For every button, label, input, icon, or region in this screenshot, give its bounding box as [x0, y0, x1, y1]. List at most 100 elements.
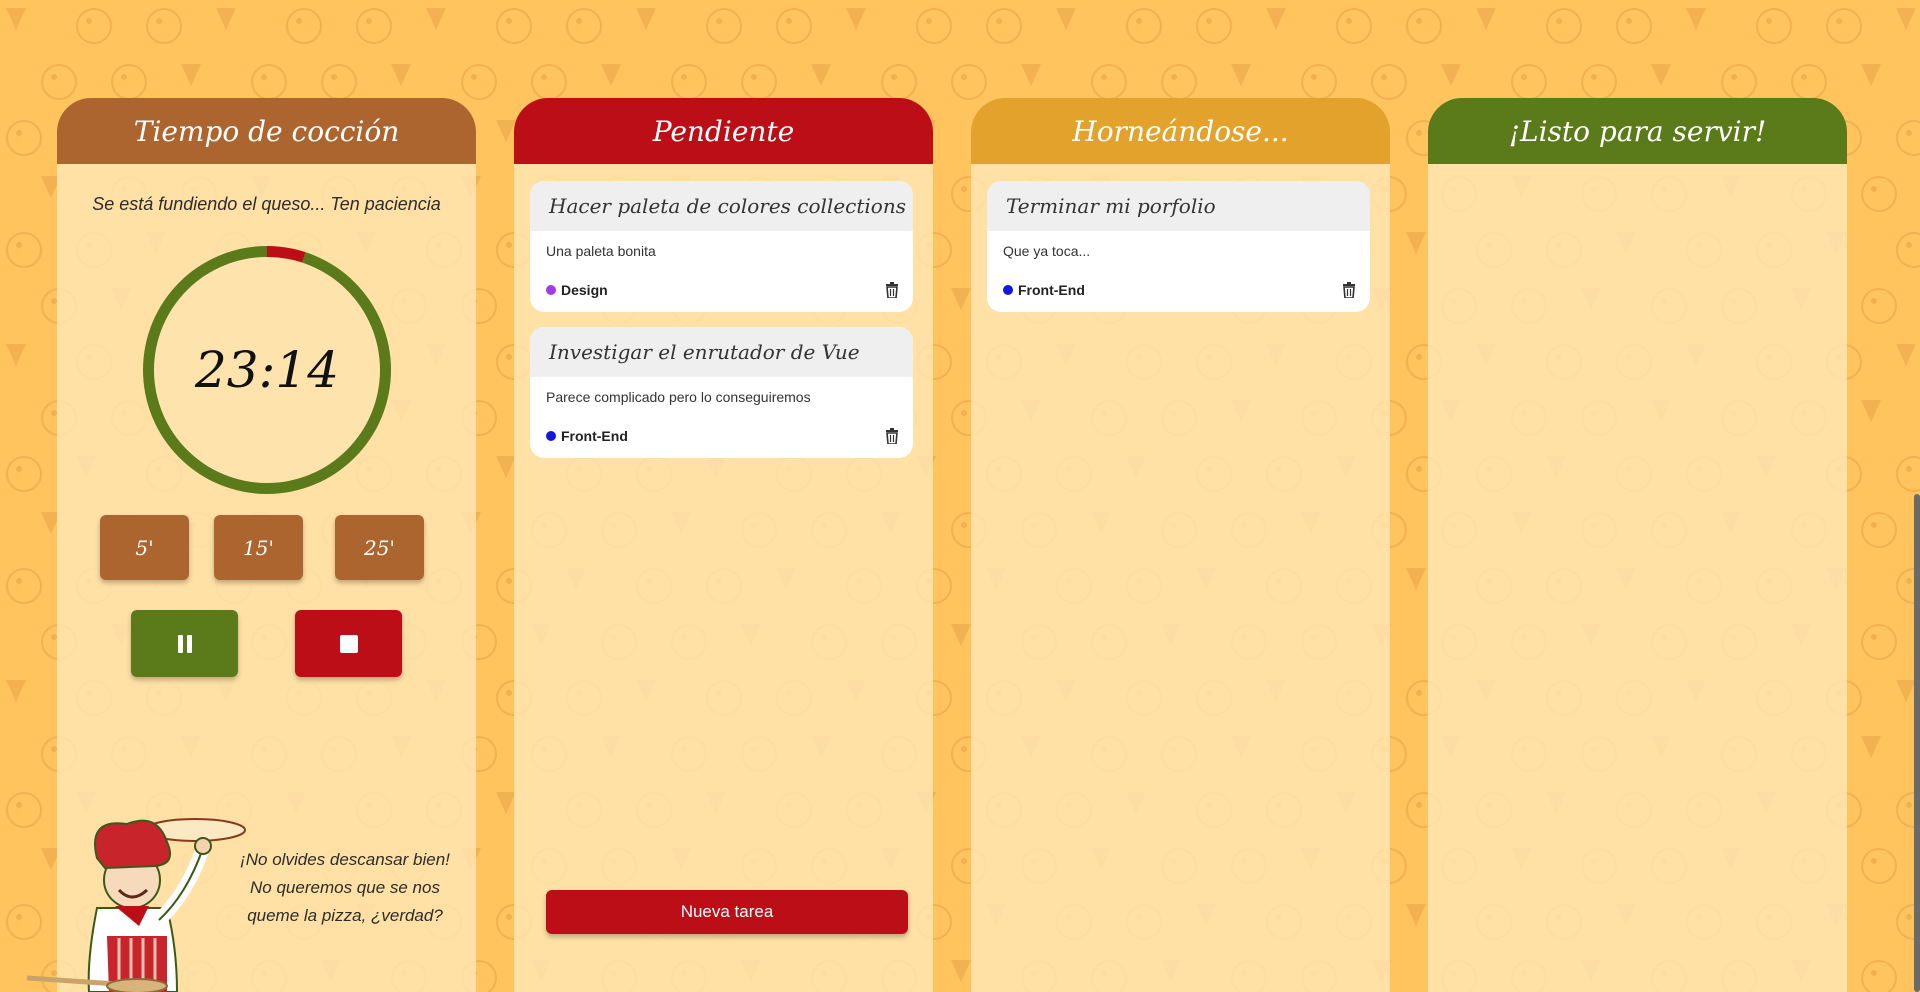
pizza-pattern-icon [1896, 456, 1920, 492]
pending-column: Pendiente Hacer paleta de colores collec… [514, 98, 933, 992]
pizza-pattern-icon [6, 8, 26, 30]
pizza-pattern-icon [6, 568, 42, 604]
task-card[interactable]: Investigar el enrutador de Vue Parece co… [530, 327, 913, 458]
pizza-pattern-icon [1896, 680, 1916, 702]
ready-column-title: ¡Listo para servir! [1508, 114, 1767, 148]
pizza-pattern-icon [181, 64, 201, 86]
chef-illustration [27, 818, 246, 992]
task-description: Una paleta bonita [546, 243, 656, 259]
tag-color-dot [1003, 285, 1013, 295]
pizza-pattern-icon [1651, 64, 1671, 86]
task-card[interactable]: Terminar mi porfolio Que ya toca... Fron… [987, 181, 1370, 312]
ready-column: ¡Listo para servir! [1428, 98, 1847, 992]
pizza-pattern-icon [1476, 8, 1496, 30]
pizza-pattern-icon [951, 960, 971, 982]
pizza-pattern-icon [1861, 512, 1897, 548]
task-tag-label: Front-End [1018, 282, 1085, 298]
task-card[interactable]: Hacer paleta de colores collections Una … [530, 181, 913, 312]
pizza-pattern-icon [846, 8, 866, 30]
pizza-pattern-icon [1896, 344, 1916, 366]
pizza-pattern-icon [1056, 8, 1076, 30]
pizza-pattern-icon [1791, 64, 1827, 100]
pending-column-title: Pendiente [652, 114, 795, 148]
pizza-pattern-icon [1756, 8, 1792, 44]
pizza-pattern-icon [426, 8, 446, 30]
pizza-pattern-icon [1826, 8, 1862, 44]
timer-readout: 23:14 [194, 341, 340, 399]
pending-column-header: Pendiente [514, 98, 933, 164]
pizza-pattern-icon [1406, 904, 1426, 926]
chef-message-line: No queremos que se nos [250, 878, 440, 897]
trash-icon[interactable] [885, 282, 899, 298]
pizza-pattern-icon [1091, 64, 1127, 100]
pizza-pattern-icon [776, 8, 812, 44]
tag-color-dot [546, 431, 556, 441]
pizza-pattern-icon [41, 64, 77, 100]
pizza-pattern-icon [1686, 8, 1706, 30]
task-tag: Design [546, 282, 608, 298]
pizza-pattern-icon [1861, 624, 1897, 660]
pizza-pattern-icon [321, 64, 357, 100]
pizza-pattern-icon [671, 64, 707, 100]
pizza-pattern-icon [1196, 8, 1232, 44]
ready-column-header: ¡Listo para servir! [1428, 98, 1847, 164]
baking-column-title: Horneándose... [1072, 114, 1289, 148]
pizza-pattern-icon [706, 8, 742, 44]
pizza-pattern-icon [1896, 8, 1916, 30]
pizza-pattern-icon [951, 64, 987, 100]
task-tag-label: Design [561, 282, 608, 298]
stop-icon [339, 634, 358, 653]
pizza-pattern-icon [1266, 8, 1286, 30]
page-scrollbar[interactable] [1914, 494, 1920, 992]
timer-column-header: Tiempo de cocción [57, 98, 476, 164]
pizza-pattern-icon [1406, 8, 1442, 44]
pizza-pattern-icon [6, 456, 42, 492]
baking-column-header: Horneándose... [971, 98, 1390, 164]
pizza-pattern-icon [741, 64, 777, 100]
pizza-pattern-icon [1301, 64, 1337, 100]
pizza-pattern-icon [6, 680, 26, 702]
pizza-pattern-icon [1406, 568, 1426, 590]
pizza-pattern-icon [531, 64, 567, 100]
pizza-pattern-icon [1721, 64, 1757, 100]
pizza-pattern-icon [1161, 64, 1197, 100]
pizza-pattern-icon [986, 8, 1022, 44]
task-description: Que ya toca... [1003, 243, 1091, 259]
pizza-pattern-icon [216, 8, 236, 30]
chef-message-line: ¡No olvides descansar bien! [240, 850, 450, 869]
pizza-pattern-icon [1021, 64, 1041, 86]
chef-message-line: queme la pizza, ¿verdad? [247, 906, 443, 925]
new-task-button[interactable]: Nueva tarea [546, 890, 908, 934]
trash-icon[interactable] [1342, 282, 1356, 298]
pizza-pattern-icon [1231, 64, 1251, 86]
pizza-pattern-icon [1861, 288, 1897, 324]
pizza-pattern-icon [1616, 8, 1652, 44]
pizza-pattern-icon [111, 64, 147, 100]
pause-button[interactable] [131, 610, 238, 677]
preset-15-button[interactable]: 15' [214, 515, 303, 580]
pizza-pattern-icon [566, 8, 602, 44]
pizza-pattern-icon [1861, 64, 1881, 86]
pizza-pattern-icon [356, 8, 392, 44]
task-tag: Front-End [546, 428, 628, 444]
stop-button[interactable] [295, 610, 402, 677]
pizza-pattern-icon [1896, 232, 1920, 268]
pizza-pattern-icon [391, 64, 411, 86]
pizza-pattern-icon [6, 344, 26, 366]
pizza-pattern-icon [6, 232, 42, 268]
trash-icon[interactable] [885, 428, 899, 444]
preset-25-button[interactable]: 25' [335, 515, 424, 580]
timer-status-message: Se está fundiendo el queso... Ten pacien… [92, 194, 441, 214]
pizza-pattern-icon [1861, 176, 1897, 212]
task-tag-label: Front-End [561, 428, 628, 444]
pizza-pattern-icon [1406, 232, 1426, 254]
pizza-pattern-icon [951, 288, 971, 310]
preset-5-button[interactable]: 5' [100, 515, 189, 580]
timer-column: Tiempo de cocción Se está fundiendo el q… [27, 98, 476, 992]
pizza-pattern-icon [1441, 64, 1461, 86]
pizza-pattern-icon [881, 64, 917, 100]
baking-column: Horneándose... Terminar mi porfolio Que … [971, 98, 1390, 992]
pizza-pattern-icon [601, 64, 621, 86]
pizza-pattern-icon [1546, 8, 1582, 44]
pizza-pattern-icon [251, 64, 287, 100]
